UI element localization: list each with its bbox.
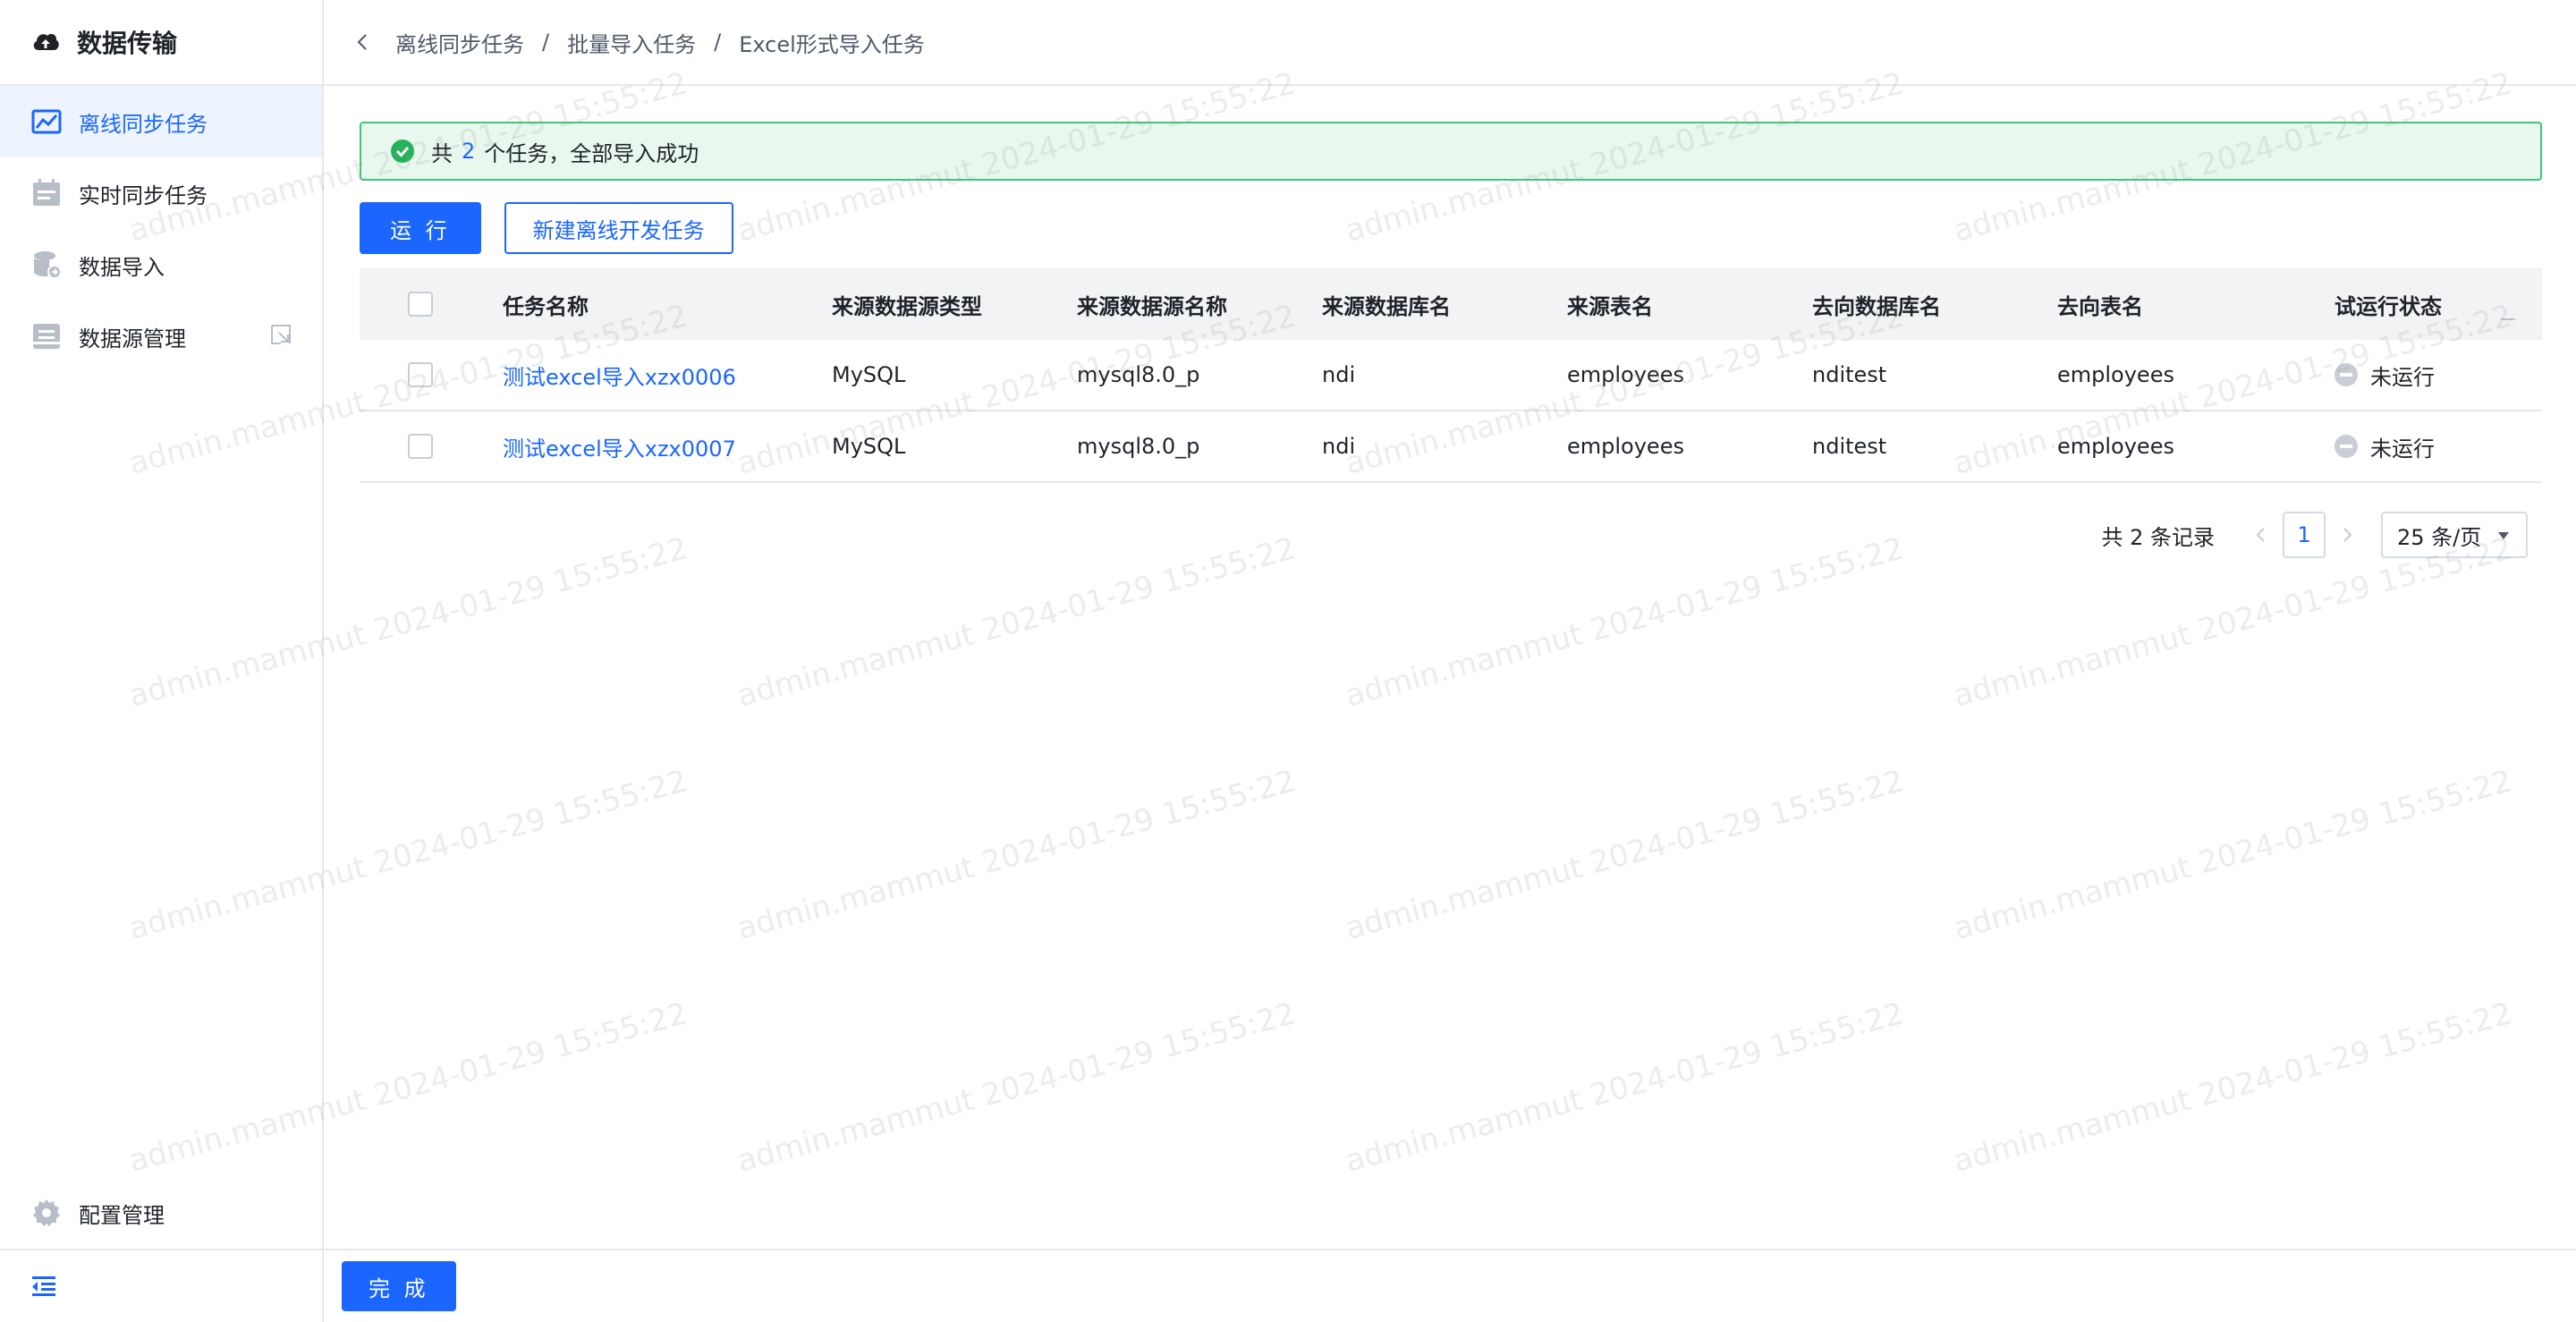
column-header: 来源数据库名 [1322,293,1451,319]
breadcrumb-separator: / [714,30,722,55]
cell-dst-table: employees [2057,434,2174,459]
alert-prefix: 共 [431,140,453,166]
content-area: 共 2 个任务，全部导入成功 运 行 新建离线开发任务 任务名称 来源数据源类型… [360,122,2542,558]
new-offline-task-button[interactable]: 新建离线开发任务 [504,202,733,254]
database-import-icon [34,251,62,279]
cell-status: 未运行 [2334,431,2542,462]
inbox-tray-icon [33,324,60,349]
column-header: 去向数据库名 [1812,293,1941,319]
task-table: 任务名称 来源数据源类型 来源数据源名称 来源数据库名 来源表名 去向数据库名 … [360,268,2542,483]
filter-icon[interactable] [2497,314,2519,320]
cell-src-type: MySQL [832,434,906,459]
sidebar-item-realtime-sync[interactable]: 实时同步任务 [0,157,322,229]
cell-src-name: mysql8.0_p [1077,434,1200,459]
page-number-current[interactable]: 1 [2283,512,2326,558]
cell-src-db: ndi [1322,362,1356,387]
run-button[interactable]: 运 行 [360,202,481,254]
cell-dst-table: employees [2057,362,2174,387]
sidebar-item-data-import[interactable]: 数据导入 [0,229,322,301]
caret-down-icon [2498,532,2509,539]
cell-status: 未运行 [2334,360,2542,391]
sidebar-item-config[interactable]: 配置管理 [0,1177,322,1249]
alert-suffix: 个任务，全部导入成功 [484,140,699,166]
footer-bar: 完 成 [324,1249,2576,1322]
success-alert: 共 2 个任务，全部导入成功 [360,122,2542,181]
breadcrumb-offline-sync[interactable]: 离线同步任务 [395,27,524,58]
sidebar-item-label: 离线同步任务 [79,111,208,137]
cloud-upload-icon [33,33,59,50]
column-header: 试运行状态 [2334,293,2442,319]
cell-src-name: mysql8.0_p [1077,362,1200,387]
cell-src-type: MySQL [832,362,906,387]
page-size-value: 25 条/页 [2397,524,2482,550]
sidebar-collapse-bar [0,1249,322,1322]
sidebar-item-offline-sync[interactable]: 离线同步任务 [0,86,322,157]
column-header: 来源数据源类型 [832,293,982,319]
chevron-left-icon[interactable] [352,31,374,53]
minus-circle-icon [2334,363,2358,386]
breadcrumb-batch-import[interactable]: 批量导入任务 [567,27,696,58]
main-content: 离线同步任务 / 批量导入任务 / Excel形式导入任务 共 2 个任务，全部… [324,0,2576,1322]
pagination-total: 共 2 条记录 [2101,524,2215,550]
table-row: 测试excel导入xzx0007 MySQL mysql8.0_p ndi em… [360,411,2542,483]
breadcrumb: 离线同步任务 / 批量导入任务 / Excel形式导入任务 [324,0,2576,86]
task-name-link[interactable]: 测试excel导入xzx0007 [503,431,832,462]
row-select-cell [360,434,503,459]
column-header: 去向表名 [2057,293,2143,319]
row-checkbox[interactable] [408,362,433,387]
status-text: 未运行 [2370,364,2435,390]
minus-circle-icon [2334,435,2358,458]
sidebar-item-label: 数据导入 [79,254,165,280]
pagination: 共 2 条记录 1 25 条/页 [2101,512,2528,558]
cell-dst-db: nditest [1812,434,1887,459]
sidebar-item-datasource-mgmt[interactable]: 数据源管理 [0,301,322,372]
task-name-link[interactable]: 测试excel导入xzx0006 [503,360,832,391]
select-all-cell [360,292,503,317]
column-header: 来源数据源名称 [1077,293,1227,319]
select-all-checkbox[interactable] [408,292,433,317]
cell-dst-db: nditest [1812,362,1887,387]
table-row: 测试excel导入xzx0006 MySQL mysql8.0_p ndi em… [360,340,2542,411]
breadcrumb-excel-import: Excel形式导入任务 [739,31,925,57]
row-select-cell [360,362,503,387]
done-button[interactable]: 完 成 [342,1261,456,1311]
calendar-list-icon [33,179,60,206]
gear-icon [33,1199,60,1226]
alert-count: 2 [462,139,476,164]
column-header: 来源表名 [1567,293,1653,319]
sidebar: 数据传输 离线同步任务 实时同步任务 数据导入 数据源管理 配置管理 [0,0,324,1322]
collapse-menu-icon[interactable] [30,1273,57,1300]
column-header: 任务名称 [503,293,589,319]
chevron-right-icon[interactable] [2336,524,2358,546]
status-text: 未运行 [2370,436,2435,462]
sidebar-item-label: 配置管理 [79,1202,165,1228]
page-size-select[interactable]: 25 条/页 [2381,512,2528,558]
toolbar: 运 行 新建离线开发任务 [360,202,2542,254]
sidebar-item-label: 实时同步任务 [79,182,208,208]
cell-src-table: employees [1567,362,1684,387]
chevron-left-icon[interactable] [2250,524,2272,546]
sidebar-title: 数据传输 [77,29,178,58]
sidebar-item-label: 数据源管理 [79,326,186,352]
breadcrumb-separator: / [542,30,550,55]
chart-window-icon [31,109,62,134]
table-header: 任务名称 来源数据源类型 来源数据源名称 来源数据库名 来源表名 去向数据库名 … [360,268,2542,340]
external-open-icon[interactable] [268,322,293,347]
row-checkbox[interactable] [408,434,433,459]
check-circle-icon [391,140,414,163]
column-header-status: 试运行状态 [2334,289,2542,320]
cell-src-db: ndi [1322,434,1356,459]
cell-src-table: employees [1567,434,1684,459]
sidebar-brand: 数据传输 [0,0,322,86]
